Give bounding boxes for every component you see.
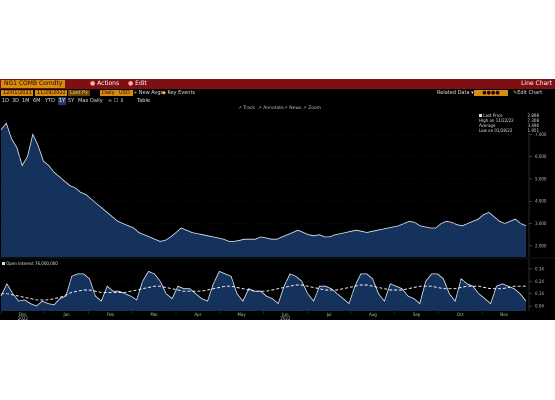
x-tick-label: Jul bbox=[326, 312, 332, 317]
open-interest-legend: Open Interest 76,000,000 bbox=[2, 261, 58, 266]
y-tick-label: 0.04 bbox=[535, 304, 544, 309]
price-y-axis: 2.0003.0004.0005.0006.0007.000 bbox=[528, 112, 547, 257]
x-tick-label: Mar bbox=[150, 312, 158, 317]
chart-canvas[interactable]: 2.0003.0004.0005.0006.0007.000 0.040.140… bbox=[0, 79, 555, 320]
y-tick-label: 6.000 bbox=[535, 154, 547, 159]
legend-low-value: 1.951 bbox=[527, 128, 539, 133]
year-label: 2022 bbox=[18, 316, 29, 320]
y-tick-label: 0.24 bbox=[535, 279, 544, 284]
year-label: 2022 bbox=[280, 316, 291, 320]
y-tick-label: 0.34 bbox=[535, 266, 544, 271]
x-tick-label: Jan bbox=[63, 312, 71, 317]
x-axis: Dec Jan Feb Mar Apr May Jun Jul Aug Sep Oct Nov2022… bbox=[0, 311, 509, 320]
y-tick-label: 3.000 bbox=[535, 221, 547, 226]
y-tick-label: 2.000 bbox=[535, 243, 547, 248]
terminal-window: NG1 COMB Comdty ● Actions ● Edit Line Ch… bbox=[0, 79, 555, 320]
open-interest-y-axis: 0.04 0.14 0.24 0.34 bbox=[528, 259, 544, 311]
area-fill bbox=[1, 123, 526, 257]
x-tick-label: May bbox=[237, 312, 246, 317]
x-tick-label: Sep bbox=[413, 312, 421, 317]
y-tick-label: 5.000 bbox=[535, 176, 547, 181]
legend-low-label: Low on 01/28/22 bbox=[479, 128, 513, 133]
price-legend: Last Price 2.898 High on 11/22/22 7.308 Av… bbox=[479, 113, 539, 133]
price-panel bbox=[0, 122, 527, 257]
x-tick-label: Oct bbox=[457, 312, 464, 317]
y-tick-label: 0.14 bbox=[535, 291, 544, 296]
x-tick-label: Nov bbox=[500, 312, 508, 317]
y-tick-label: 4.000 bbox=[535, 199, 547, 204]
x-tick-label: Apr bbox=[194, 312, 201, 317]
x-tick-label: Feb bbox=[107, 312, 115, 317]
open-interest-panel bbox=[0, 257, 555, 311]
legend-row-low: Low on 01/28/22 1.951 bbox=[479, 128, 539, 133]
open-interest-label: Open Interest 76,000,000 bbox=[6, 261, 58, 266]
x-tick-label: Aug bbox=[369, 312, 377, 317]
